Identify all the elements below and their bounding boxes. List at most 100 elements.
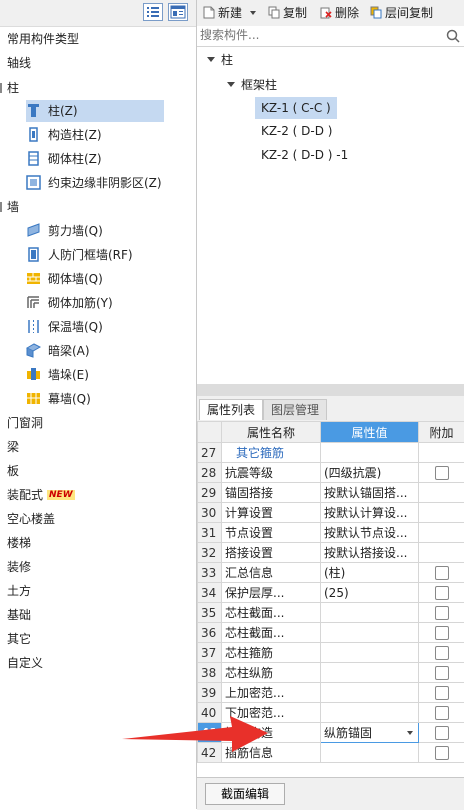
property-value[interactable]: 纵筋锚固 [321, 723, 419, 743]
property-extra[interactable] [419, 523, 464, 543]
floor-copy-button[interactable]: 层间复制 [370, 4, 433, 22]
property-value[interactable]: (25) [321, 583, 419, 603]
property-value[interactable] [321, 603, 419, 623]
delete-button[interactable]: 删除 [320, 4, 359, 22]
section-edit-button[interactable]: 截面编辑 [205, 783, 285, 805]
property-extra[interactable] [419, 643, 464, 663]
item-civil-defense-wall[interactable]: 人防门框墙(RF) [26, 244, 164, 266]
property-value[interactable] [321, 683, 419, 703]
property-row[interactable]: 27其它箍筋 [198, 443, 464, 463]
category-hollow-floor[interactable]: 空心楼盖 [7, 508, 55, 530]
property-row[interactable]: 31节点设置按默认节点设... [198, 523, 464, 543]
category-column[interactable]: 柱 [7, 77, 19, 99]
category-openings[interactable]: 门窗洞 [7, 412, 43, 434]
item-wall-pier[interactable]: 墙垛(E) [26, 364, 164, 386]
extra-checkbox[interactable] [435, 566, 449, 580]
item-masonry-wall[interactable]: 砌体墙(Q) [26, 268, 164, 290]
item-masonry-rebar[interactable]: 砌体加筋(Y) [26, 292, 164, 314]
property-value[interactable] [321, 743, 419, 763]
category-foundation[interactable]: 基础 [7, 604, 31, 626]
property-row[interactable]: 32搭接设置按默认搭接设... [198, 543, 464, 563]
extra-checkbox[interactable] [435, 626, 449, 640]
item-curtain-wall[interactable]: 幕墙(Q) [26, 388, 164, 410]
property-row[interactable]: 38芯柱纵筋 [198, 663, 464, 683]
property-extra[interactable] [419, 683, 464, 703]
item-hidden-beam[interactable]: 暗梁(A) [26, 340, 164, 362]
copy-button[interactable]: 复制 [268, 4, 307, 22]
tree-root-column[interactable]: 柱 [221, 49, 233, 71]
category-slab[interactable]: 板 [7, 460, 19, 482]
property-row[interactable]: 37芯柱箍筋 [198, 643, 464, 663]
tree-item-kz2-1[interactable]: KZ-2 ( D-D ) -1 [261, 144, 348, 166]
category-wall[interactable]: 墙 [7, 196, 19, 218]
category-other[interactable]: 其它 [7, 628, 31, 650]
property-extra[interactable] [419, 563, 464, 583]
property-value[interactable]: (柱) [321, 563, 419, 583]
property-extra[interactable] [419, 703, 464, 723]
property-row[interactable]: 29锚固搭接按默认锚固搭... [198, 483, 464, 503]
property-row[interactable]: 39上加密范... [198, 683, 464, 703]
extra-checkbox[interactable] [435, 606, 449, 620]
property-value[interactable] [321, 443, 419, 463]
property-row[interactable]: 40下加密范... [198, 703, 464, 723]
item-shear-wall[interactable]: 剪力墙(Q) [26, 220, 164, 242]
property-extra[interactable] [419, 443, 464, 463]
category-beam[interactable]: 梁 [7, 436, 19, 458]
property-extra[interactable] [419, 603, 464, 623]
category-stairs[interactable]: 楼梯 [7, 532, 31, 554]
extra-checkbox[interactable] [435, 706, 449, 720]
property-extra[interactable] [419, 623, 464, 643]
tree-item-kz1[interactable]: KZ-1 ( C-C ) [255, 97, 337, 119]
extra-checkbox[interactable] [435, 586, 449, 600]
property-row[interactable]: 41插筋构造纵筋锚固 [198, 723, 464, 743]
property-extra[interactable] [419, 463, 464, 483]
category-prefab[interactable]: 装配式NEW [7, 484, 75, 506]
property-value[interactable]: 按默认计算设... [321, 503, 419, 523]
property-row[interactable]: 34保护层厚...(25) [198, 583, 464, 603]
property-row[interactable]: 36芯柱截面... [198, 623, 464, 643]
search-input[interactable] [197, 26, 430, 44]
property-row[interactable]: 35芯柱截面... [198, 603, 464, 623]
extra-checkbox[interactable] [435, 666, 449, 680]
item-boundary-zone[interactable]: 约束边缘非阴影区(Z) [26, 172, 196, 194]
detail-view-button[interactable] [168, 3, 188, 21]
tree-expand-icon[interactable] [227, 82, 235, 87]
category-custom[interactable]: 自定义 [7, 652, 43, 674]
search-icon[interactable] [446, 29, 460, 43]
property-row[interactable]: 42插筋信息 [198, 743, 464, 763]
extra-checkbox[interactable] [435, 686, 449, 700]
extra-checkbox[interactable] [435, 466, 449, 480]
tree-item-kz2[interactable]: KZ-2 ( D-D ) [261, 120, 332, 142]
extra-checkbox[interactable] [435, 726, 449, 740]
property-value[interactable] [321, 643, 419, 663]
property-value[interactable]: 按默认锚固搭... [321, 483, 419, 503]
list-view-button[interactable] [143, 3, 163, 21]
property-value[interactable]: (四级抗震) [321, 463, 419, 483]
property-value[interactable] [321, 703, 419, 723]
property-row[interactable]: 30计算设置按默认计算设... [198, 503, 464, 523]
item-masonry-column[interactable]: 砌体柱(Z) [26, 148, 164, 170]
property-extra[interactable] [419, 583, 464, 603]
item-insulation-wall[interactable]: 保温墙(Q) [26, 316, 164, 338]
tree-group-frame-column[interactable]: 框架柱 [241, 74, 277, 96]
category-earthwork[interactable]: 土方 [7, 580, 31, 602]
property-row[interactable]: 28抗震等级(四级抗震) [198, 463, 464, 483]
extra-checkbox[interactable] [435, 646, 449, 660]
item-column-z[interactable]: 柱(Z) [26, 100, 164, 122]
tab-property-list[interactable]: 属性列表 [199, 399, 263, 420]
tree-expand-icon[interactable] [207, 57, 215, 62]
category-common[interactable]: 常用构件类型 [7, 28, 79, 50]
property-value[interactable] [321, 623, 419, 643]
property-extra[interactable] [419, 723, 464, 743]
property-value[interactable] [321, 663, 419, 683]
property-value[interactable]: 按默认节点设... [321, 523, 419, 543]
panel-splitter[interactable] [197, 384, 464, 396]
property-extra[interactable] [419, 663, 464, 683]
new-button[interactable]: 新建 [203, 4, 256, 22]
category-decoration[interactable]: 装修 [7, 556, 31, 578]
property-extra[interactable] [419, 503, 464, 523]
property-extra[interactable] [419, 543, 464, 563]
category-axis[interactable]: 轴线 [7, 52, 31, 74]
property-extra[interactable] [419, 483, 464, 503]
property-value[interactable]: 按默认搭接设... [321, 543, 419, 563]
